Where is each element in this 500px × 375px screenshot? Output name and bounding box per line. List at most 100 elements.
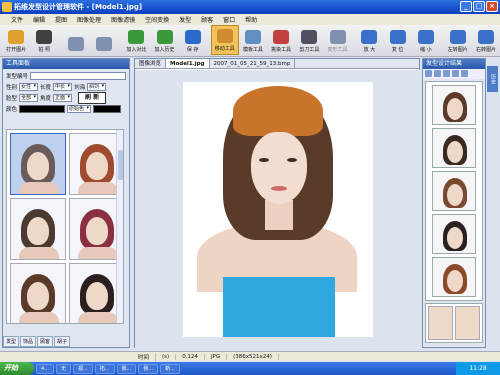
- menu-bar: 文件 编辑 提图 图像处理 图像滤镜 空间变换 发型 顾客 窗口 帮助: [0, 14, 500, 25]
- menu-space-transform[interactable]: 空间变换: [140, 15, 174, 24]
- move-tool-icon: [216, 29, 233, 43]
- menu-hairstyle[interactable]: 发型: [174, 15, 196, 24]
- scissors-button[interactable]: 剪刀工具: [295, 25, 323, 55]
- reset-zoom-button[interactable]: 复 位: [384, 25, 412, 55]
- hairstyle-thumb[interactable]: [10, 198, 66, 260]
- rotate-right-button[interactable]: 右转图片: [472, 25, 500, 55]
- tab-bmp-file[interactable]: 2007_01_05_21_59_13.bmp: [210, 59, 296, 68]
- zoom-in-button[interactable]: 放 大: [355, 25, 383, 55]
- maximize-button[interactable]: □: [473, 1, 485, 12]
- history-side-tab[interactable]: 历史: [487, 66, 498, 92]
- undo-button[interactable]: [62, 25, 90, 55]
- result-thumb[interactable]: [432, 85, 476, 125]
- zoom-out-button[interactable]: 缩 小: [412, 25, 440, 55]
- template-tool-button[interactable]: 模板工具: [239, 25, 267, 55]
- highlight-tool-button[interactable]: 挑染工具: [267, 25, 295, 55]
- save-button[interactable]: 保 存: [179, 25, 207, 55]
- redo-button[interactable]: [90, 25, 118, 55]
- add-compare-button[interactable]: 加入对比: [122, 25, 150, 55]
- toolbar-label: 放 大: [363, 47, 376, 53]
- zoom-in-icon: [361, 30, 378, 44]
- camera-button[interactable]: 拍 照: [30, 25, 58, 55]
- design-results-panel: 发型设计结果: [422, 58, 486, 348]
- gallery-scrollbar[interactable]: [116, 130, 123, 323]
- hairstyle-id-input[interactable]: [30, 72, 126, 80]
- tool-panel: 工具面板 发型编号 性别 女性 长度 中长 刘海 斜刘 脸型 全部 角度 正面 …: [2, 58, 130, 348]
- tab-customer[interactable]: 顾客: [37, 336, 54, 347]
- taskbar-item[interactable]: 4...: [36, 363, 54, 374]
- color-preview: [93, 105, 122, 113]
- results-new-icon[interactable]: [425, 70, 432, 77]
- refresh-button[interactable]: 刷 新: [78, 92, 107, 104]
- result-thumb[interactable]: [432, 257, 476, 297]
- hairstyle-thumb[interactable]: [10, 263, 66, 323]
- open-image-button[interactable]: 打开图片: [2, 25, 30, 55]
- status-time-value: 0.124: [176, 353, 205, 360]
- result-thumb[interactable]: [432, 128, 476, 168]
- design-results-title: 发型设计结果: [423, 59, 485, 69]
- results-list: [425, 81, 483, 301]
- menu-file[interactable]: 文件: [6, 15, 28, 24]
- result-thumb[interactable]: [432, 214, 476, 254]
- result-thumb[interactable]: [432, 171, 476, 211]
- menu-extract[interactable]: 提图: [50, 15, 72, 24]
- toolbar-label: 拍 照: [38, 47, 51, 53]
- results-print-icon[interactable]: [452, 70, 459, 77]
- color-label: 颜色: [6, 107, 18, 113]
- bangs-select[interactable]: 斜刘: [87, 83, 107, 91]
- toolbar-label: 复 位: [391, 47, 404, 53]
- main-toolbar: 打开图片 拍 照 加入对比 加入历史 保 存 移动工具 模板工具 挑染工具 剪刀工具 变形工具 放 …: [0, 25, 500, 57]
- toolbar-label: 剪刀工具: [299, 47, 320, 53]
- results-save-icon[interactable]: [443, 70, 450, 77]
- taskbar-item[interactable]: 拓...: [94, 363, 115, 374]
- add-history-button[interactable]: 加入历史: [150, 25, 178, 55]
- taskbar-item[interactable]: 我...: [138, 363, 159, 374]
- menu-customer[interactable]: 顾客: [196, 15, 218, 24]
- menu-help[interactable]: 帮助: [240, 15, 262, 24]
- tab-model1[interactable]: Model1.jpg: [166, 59, 210, 68]
- rotate-right-icon: [477, 30, 494, 44]
- model-photo[interactable]: [183, 82, 373, 337]
- start-button[interactable]: 开始: [0, 362, 34, 375]
- menu-edit[interactable]: 编辑: [28, 15, 50, 24]
- tab-accessories[interactable]: 饰品: [20, 336, 37, 347]
- image-workspace: 图像浏览 Model1.jpg 2007_01_05_21_59_13.bmp: [134, 58, 420, 348]
- rotate-left-button[interactable]: 左转图片: [444, 25, 472, 55]
- length-select[interactable]: 中长: [53, 83, 73, 91]
- toolbar-label: 挑染工具: [271, 47, 292, 53]
- toolbar-label: 右转图片: [475, 47, 496, 53]
- camera-icon: [36, 30, 53, 44]
- results-open-icon[interactable]: [434, 70, 441, 77]
- taskbar-item[interactable]: 无: [55, 363, 71, 374]
- move-tool-button[interactable]: 移动工具: [210, 25, 239, 55]
- taskbar-item[interactable]: 视...: [72, 363, 93, 374]
- angle-select[interactable]: 正面: [53, 94, 73, 102]
- taskbar: 开始 4... 无 视... 拓... 我... 我... 新... 11:28: [0, 362, 500, 375]
- results-delete-icon[interactable]: [461, 70, 468, 77]
- menu-window[interactable]: 窗口: [218, 15, 240, 24]
- face-shape-select[interactable]: 全部: [19, 94, 39, 102]
- tab-image-browser[interactable]: 图像浏览: [135, 59, 167, 68]
- redo-icon: [96, 37, 113, 51]
- tab-hairstyle[interactable]: 发型: [3, 336, 20, 347]
- color-swatch[interactable]: [19, 105, 66, 113]
- menu-image-processing[interactable]: 图像处理: [72, 15, 106, 24]
- compare-thumb[interactable]: [428, 306, 453, 340]
- clock: 11:28: [456, 362, 500, 375]
- tab-beard[interactable]: 胡子: [54, 336, 71, 347]
- toolbar-label: 移动工具: [214, 46, 235, 52]
- menu-image-filters[interactable]: 图像滤镜: [106, 15, 140, 24]
- hairstyle-thumb[interactable]: [10, 133, 66, 195]
- minimize-button[interactable]: _: [460, 1, 472, 12]
- add-history-icon: [156, 30, 173, 44]
- taskbar-item[interactable]: 新...: [160, 363, 180, 374]
- toolbar-label: 加入对比: [126, 47, 147, 53]
- compare-thumb[interactable]: [455, 306, 480, 340]
- gender-select[interactable]: 女性: [19, 83, 39, 91]
- taskbar-item[interactable]: 我...: [116, 363, 137, 374]
- transform-tool-button[interactable]: 变形工具: [323, 25, 351, 55]
- image-canvas[interactable]: [135, 70, 420, 348]
- color-select[interactable]: 原始色: [67, 105, 92, 113]
- transform-tool-icon: [329, 30, 346, 44]
- close-button[interactable]: ×: [486, 1, 498, 12]
